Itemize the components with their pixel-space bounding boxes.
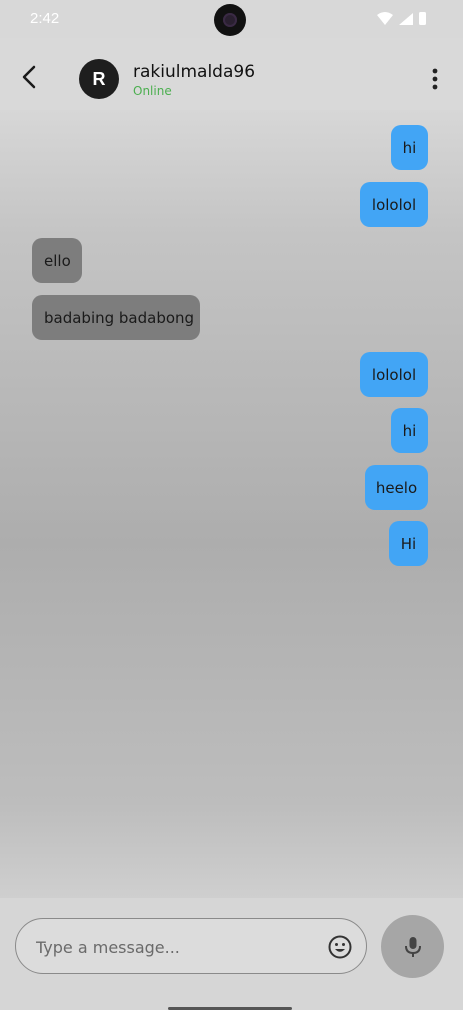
message-text: hi [402, 421, 417, 440]
message-text: lololol [371, 195, 417, 214]
contact-status: Online [133, 84, 172, 98]
message-bubble-outgoing[interactable]: lololol [360, 182, 428, 227]
back-arrow-icon[interactable] [14, 62, 44, 92]
message-bubble-outgoing[interactable]: heelo [365, 465, 428, 510]
message-bubble-outgoing[interactable]: Hi [389, 521, 428, 566]
message-text: hi [402, 138, 417, 157]
message-bubble-incoming[interactable]: ello [32, 238, 82, 283]
message-list[interactable]: hi lololol ello badabing badabong lololo… [0, 110, 463, 898]
status-bar: 2:42 [0, 0, 463, 38]
message-text: heelo [375, 478, 418, 497]
message-text: ello [44, 251, 71, 270]
message-text: badabing badabong [44, 308, 195, 327]
signal-icon [399, 13, 413, 25]
message-bubble-outgoing[interactable]: hi [391, 125, 428, 170]
message-bubble-incoming[interactable]: badabing badabong [32, 295, 200, 340]
mic-button[interactable] [381, 915, 444, 978]
status-time: 2:42 [30, 10, 60, 27]
avatar[interactable]: R [79, 59, 119, 99]
chat-header: R rakiulmalda96 Online [0, 38, 463, 110]
message-field[interactable] [15, 918, 367, 974]
more-vert-icon[interactable] [425, 64, 445, 94]
composer-bar [0, 898, 463, 1010]
message-bubble-outgoing[interactable]: hi [391, 408, 428, 453]
message-text: Hi [400, 534, 417, 553]
message-input[interactable] [34, 933, 318, 961]
emoji-icon[interactable] [327, 934, 353, 960]
mic-icon [404, 936, 421, 957]
wifi-icon [377, 12, 393, 25]
status-icons [377, 12, 426, 25]
contact-name[interactable]: rakiulmalda96 [133, 62, 255, 82]
message-bubble-outgoing[interactable]: lololol [360, 352, 428, 397]
message-text: lololol [371, 365, 417, 384]
camera-cutout [214, 4, 246, 36]
battery-icon [419, 12, 426, 25]
